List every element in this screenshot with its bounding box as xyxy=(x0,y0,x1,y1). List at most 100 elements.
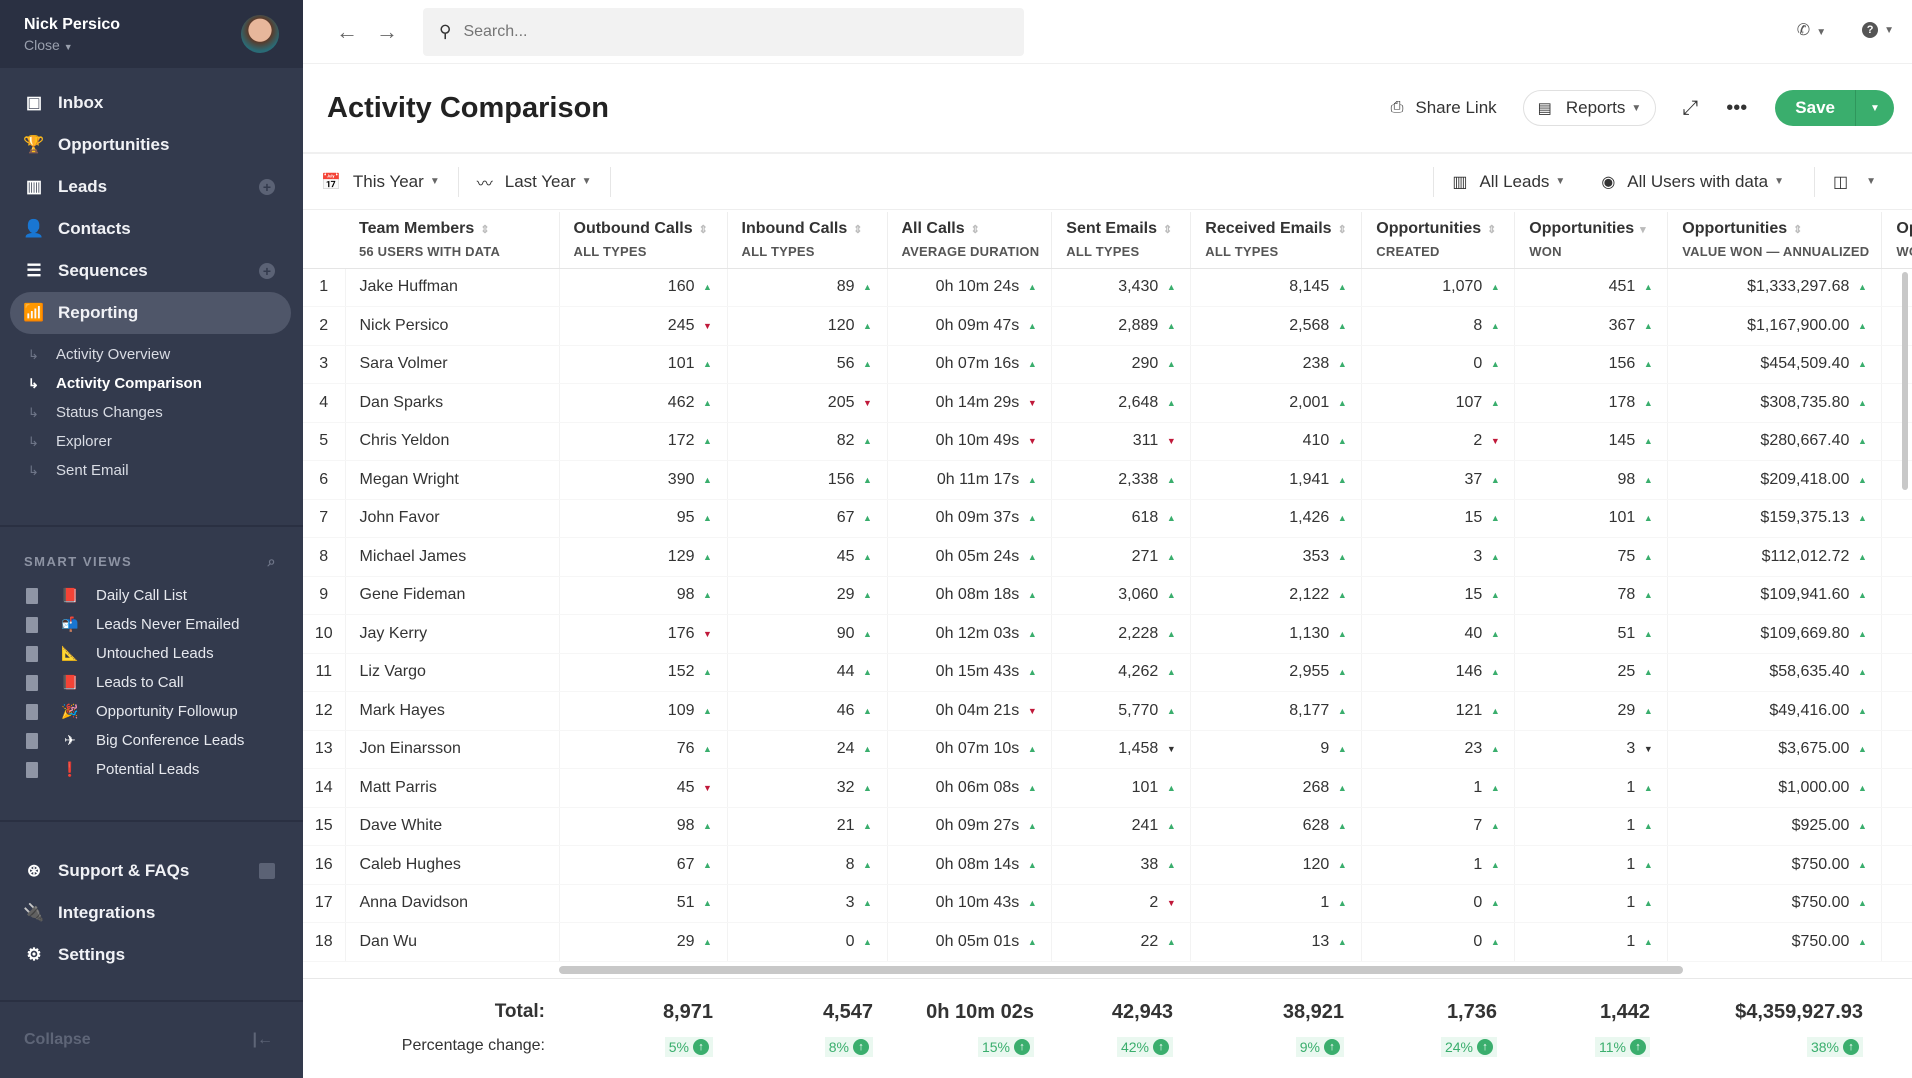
team-member-name[interactable]: Dan Sparks xyxy=(345,383,560,423)
table-row[interactable]: 3 Sara Volmer 101 ▲ 56 ▲ 0h 07m 16s ▲ 290 ▲ 238 ▲ 0 ▲… xyxy=(303,345,1912,384)
sidebar-subitem-status-changes[interactable]: ↳ Status Changes xyxy=(0,398,303,427)
table-row[interactable]: 16 Caleb Hughes 67 ▲ 8 ▲ 0h 08m 14s ▲ 38 ▲ 120 ▲ 1 ▲ 1… xyxy=(303,845,1912,885)
sort-icon[interactable]: ⇕ xyxy=(1338,224,1347,236)
column-header[interactable]: All Calls ⇕ AVERAGE DURATION xyxy=(887,212,1053,269)
smart-view-item[interactable]: ❗ Potential Leads xyxy=(0,755,303,784)
sort-icon[interactable]: ⇕ xyxy=(1793,224,1802,236)
team-member-name[interactable]: Sara Volmer xyxy=(345,345,560,384)
team-member-name[interactable]: Megan Wright xyxy=(345,460,560,500)
sidebar-item-contacts[interactable]: 👤 Contacts xyxy=(0,208,303,250)
column-header[interactable]: Opportunities ⇕ VALUE WON — ANNUALIZED xyxy=(1667,212,1883,269)
horizontal-scrollbar[interactable] xyxy=(559,966,1683,974)
smart-view-item[interactable]: 📐 Untouched Leads xyxy=(0,639,303,668)
period-dropdown[interactable]: 📅 This Year ▼ xyxy=(303,166,459,197)
user-menu[interactable]: Nick Persico Close ▼ xyxy=(0,0,303,68)
table-row[interactable]: 17 Anna Davidson 51 ▲ 3 ▲ 0h 10m 43s ▲ 2 ▼ 1 ▲ 0 ▲ 1 ▲ $… xyxy=(303,884,1912,923)
users-filter-dropdown[interactable]: ◉ All Users with data ▼ xyxy=(1583,167,1802,197)
save-dropdown-button[interactable]: ▼ xyxy=(1856,90,1894,126)
leads-filter-dropdown[interactable]: ▥ All Leads ▼ xyxy=(1433,166,1583,197)
table-row[interactable]: 14 Matt Parris 45 ▼ 32 ▲ 0h 06m 08s ▲ 101 ▲ 268 ▲ 1 ▲… xyxy=(303,768,1912,808)
table-row[interactable]: 15 Dave White 98 ▲ 21 ▲ 0h 09m 27s ▲ 241 ▲ 628 ▲ 7 ▲ 1… xyxy=(303,807,1912,846)
table-row[interactable]: 5 Chris Yeldon 172 ▲ 82 ▲ 0h 10m 49s ▼ 311 ▼ 410 ▲ 2… xyxy=(303,422,1912,461)
search-bar[interactable]: ⚲ xyxy=(423,7,1024,56)
reports-dropdown[interactable]: ▤ Reports ▼ xyxy=(1522,90,1657,126)
table-row[interactable]: 4 Dan Sparks 462 ▲ 205 ▼ 0h 14m 29s ▼ 2,648 ▲ 2,00… xyxy=(303,383,1912,423)
team-member-name[interactable]: Dave White xyxy=(345,807,560,846)
compare-period-dropdown[interactable]: 〰 Last Year ▼ xyxy=(459,166,611,197)
smart-view-item[interactable]: 🎉 Opportunity Followup xyxy=(0,697,303,726)
forward-arrow-icon[interactable]: → xyxy=(367,19,407,45)
sidebar-item-integrations[interactable]: 🔌 Integrations xyxy=(0,892,303,934)
column-header[interactable]: Received Emails ⇕ ALL TYPES xyxy=(1190,212,1363,269)
add-sequences-icon[interactable]: + xyxy=(259,263,275,279)
sort-icon[interactable]: ⇕ xyxy=(971,224,980,236)
smart-view-item[interactable]: ✈ Big Conference Leads xyxy=(0,726,303,755)
sort-icon[interactable]: ⇕ xyxy=(1487,224,1496,236)
team-member-name[interactable]: Jon Einarsson xyxy=(345,730,560,769)
sidebar-item-opportunities[interactable]: 🏆 Opportunities xyxy=(0,124,303,166)
smart-view-item[interactable]: 📕 Leads to Call xyxy=(0,668,303,697)
team-member-name[interactable]: Jake Huffman xyxy=(345,268,560,307)
search-input[interactable] xyxy=(463,22,1004,41)
columns-toggle[interactable]: ◫ ▼ xyxy=(1813,166,1894,197)
team-member-name[interactable]: Jay Kerry xyxy=(345,614,560,654)
sidebar-item-reporting[interactable]: 📶 Reporting xyxy=(10,292,291,334)
sort-icon[interactable]: ⇕ xyxy=(853,224,862,236)
column-header[interactable]: OppoWON - xyxy=(1881,212,1912,269)
add-leads-icon[interactable]: + xyxy=(259,179,275,195)
team-member-name[interactable]: Nick Persico xyxy=(345,306,560,346)
team-member-name[interactable]: Gene Fideman xyxy=(345,576,560,615)
team-member-name[interactable]: John Favor xyxy=(345,499,560,538)
back-arrow-icon[interactable]: ← xyxy=(327,19,367,45)
sort-icon[interactable]: ⇕ xyxy=(699,224,708,236)
sidebar-item-support-faqs[interactable]: ⊛ Support & FAQs xyxy=(0,850,303,892)
fullscreen-icon[interactable]: ⤢ xyxy=(1682,97,1698,120)
avatar[interactable] xyxy=(241,15,279,53)
smart-view-item[interactable]: 📬 Leads Never Emailed xyxy=(0,610,303,639)
team-member-name[interactable]: Matt Parris xyxy=(345,768,560,808)
table-row[interactable]: 7 John Favor 95 ▲ 67 ▲ 0h 09m 37s ▲ 618 ▲ 1,426 ▲ 15… xyxy=(303,499,1912,538)
column-header[interactable]: Outbound Calls ⇕ ALL TYPES xyxy=(559,212,728,269)
help-menu[interactable]: ? ▼ xyxy=(1862,20,1894,40)
table-row[interactable]: 11 Liz Vargo 152 ▲ 44 ▲ 0h 15m 43s ▲ 4,262 ▲ 2,955… xyxy=(303,653,1912,692)
external-link-icon[interactable] xyxy=(259,863,275,879)
table-row[interactable]: 9 Gene Fideman 98 ▲ 29 ▲ 0h 08m 18s ▲ 3,060 ▲ 2,12… xyxy=(303,576,1912,615)
search-icon[interactable]: ⌕ xyxy=(268,553,277,570)
collapse-button[interactable]: Collapse |← xyxy=(0,1000,303,1078)
table-row[interactable]: 18 Dan Wu 29 ▲ 0 ▲ 0h 05m 01s ▲ 22 ▲ 13 ▲ 0 ▲ 1 ▲ $750.0… xyxy=(303,922,1912,962)
table-row[interactable]: 1 Jake Huffman 160 ▲ 89 ▲ 0h 10m 24s ▲ 3,430 ▲ 8,1… xyxy=(303,268,1912,307)
sidebar-subitem-explorer[interactable]: ↳ Explorer xyxy=(0,427,303,456)
column-header[interactable]: Opportunities ▾ WON xyxy=(1514,212,1669,269)
column-header[interactable]: Sent Emails ⇕ ALL TYPES xyxy=(1051,212,1192,269)
column-header[interactable]: Team Members ⇕ 56 USERS WITH DATA xyxy=(303,212,560,269)
save-button[interactable]: Save xyxy=(1775,90,1856,126)
sidebar-subitem-activity-overview[interactable]: ↳ Activity Overview xyxy=(0,340,303,369)
sidebar-item-leads[interactable]: ▥ Leads + xyxy=(0,166,303,208)
team-member-name[interactable]: Liz Vargo xyxy=(345,653,560,692)
column-header[interactable]: Inbound Calls ⇕ ALL TYPES xyxy=(727,212,888,269)
team-member-name[interactable]: Anna Davidson xyxy=(345,884,560,923)
table-row[interactable]: 8 Michael James 129 ▲ 45 ▲ 0h 05m 24s ▲ 271 ▲ 353 ▲… xyxy=(303,537,1912,577)
table-row[interactable]: 6 Megan Wright 390 ▲ 156 ▲ 0h 11m 17s ▲ 2,338 ▲ 1,… xyxy=(303,460,1912,500)
sidebar-item-settings[interactable]: ⚙ Settings xyxy=(0,934,303,976)
sort-icon[interactable]: ⇕ xyxy=(480,224,489,236)
team-member-name[interactable]: Dan Wu xyxy=(345,922,560,962)
table-row[interactable]: 12 Mark Hayes 109 ▲ 46 ▲ 0h 04m 21s ▼ 5,770 ▲ 8,17… xyxy=(303,691,1912,731)
sort-icon[interactable]: ⇕ xyxy=(1163,224,1172,236)
sidebar-subitem-sent-email[interactable]: ↳ Sent Email xyxy=(0,456,303,485)
phone-menu[interactable]: ✆ ▼ xyxy=(1797,20,1826,40)
sidebar-subitem-activity-comparison[interactable]: ↳ Activity Comparison xyxy=(0,369,303,398)
team-member-name[interactable]: Mark Hayes xyxy=(345,691,560,731)
sidebar-item-inbox[interactable]: ▣ Inbox xyxy=(0,82,303,124)
share-link-button[interactable]: ⎙ Share Link xyxy=(1391,98,1497,118)
org-switcher[interactable]: Close ▼ xyxy=(24,37,120,53)
team-member-name[interactable]: Chris Yeldon xyxy=(345,422,560,461)
smart-view-item[interactable]: 📕 Daily Call List xyxy=(0,581,303,610)
table-row[interactable]: 10 Jay Kerry 176 ▼ 90 ▲ 0h 12m 03s ▲ 2,228 ▲ 1,130… xyxy=(303,614,1912,654)
table-row[interactable]: 2 Nick Persico 245 ▼ 120 ▲ 0h 09m 47s ▲ 2,889 ▲ 2,… xyxy=(303,306,1912,346)
team-member-name[interactable]: Michael James xyxy=(345,537,560,577)
more-options-icon[interactable]: ••• xyxy=(1726,97,1747,120)
sort-icon[interactable]: ▾ xyxy=(1640,224,1646,236)
table-row[interactable]: 13 Jon Einarsson 76 ▲ 24 ▲ 0h 07m 10s ▲ 1,458 ▼ 9 ▲… xyxy=(303,730,1912,769)
team-member-name[interactable]: Caleb Hughes xyxy=(345,845,560,885)
